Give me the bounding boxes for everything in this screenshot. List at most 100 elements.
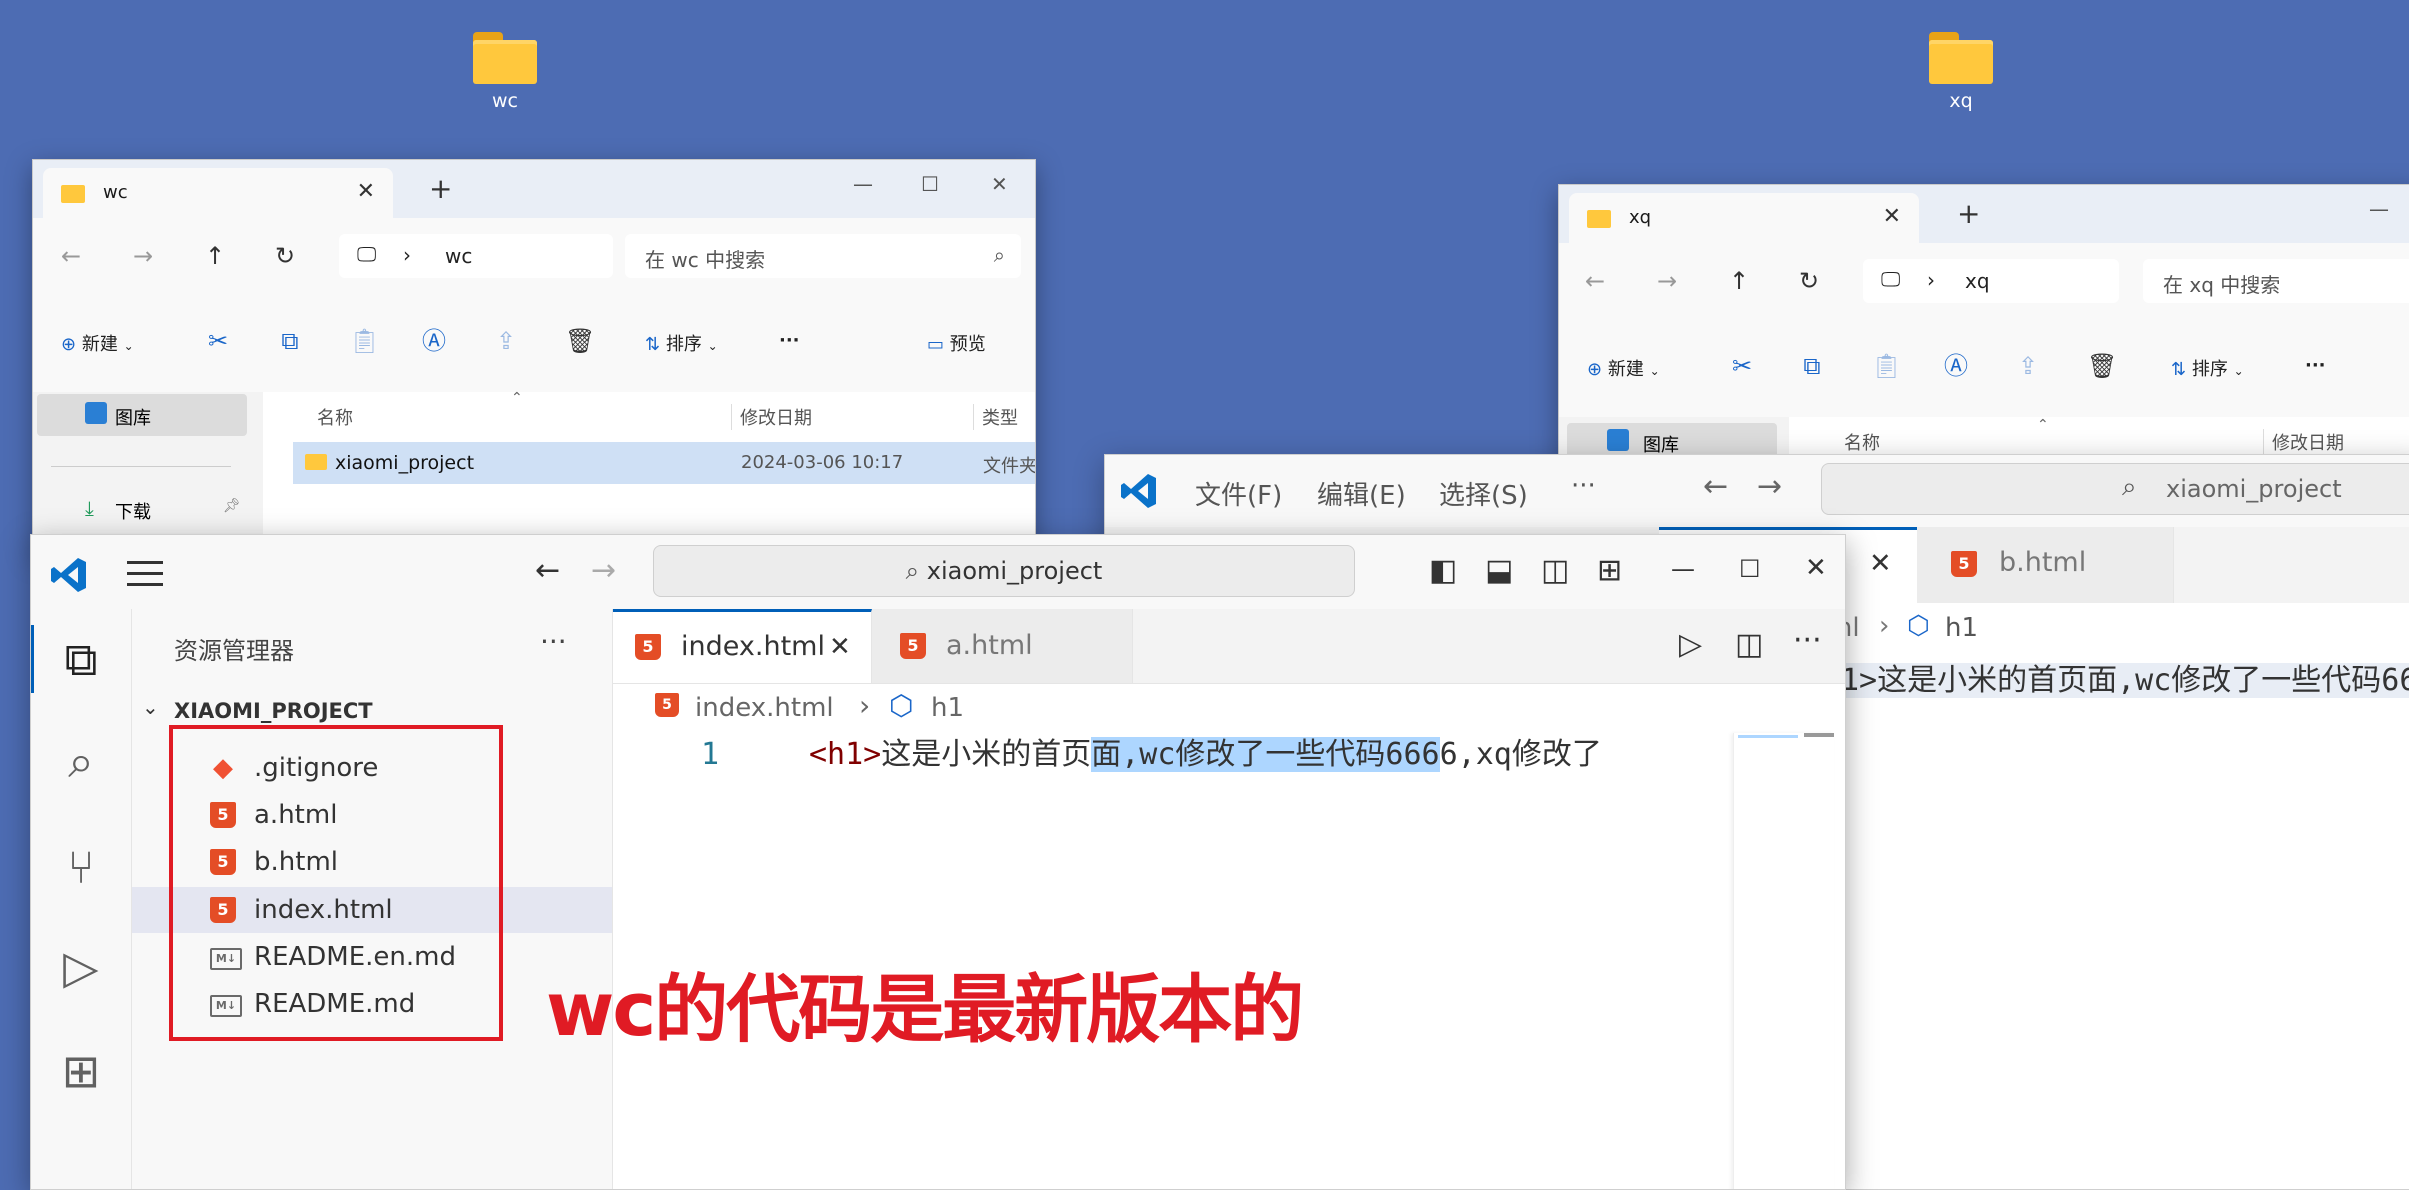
address-bar[interactable]: 🖵 › xq: [1863, 259, 2119, 303]
up-arrow-icon[interactable]: ↑: [205, 242, 225, 270]
column-header-modified[interactable]: 修改日期: [731, 404, 812, 430]
new-button[interactable]: ⊕ 新建 ⌄: [61, 330, 134, 356]
forward-arrow-icon[interactable]: →: [1757, 469, 1782, 504]
minimize-icon[interactable]: —: [2369, 197, 2389, 221]
tab-label: b.html: [1999, 547, 2087, 578]
sort-button[interactable]: ⇅ 排序 ⌄: [645, 330, 718, 356]
column-header-modified[interactable]: 修改日期: [2263, 429, 2344, 455]
search-icon: ⌕: [2122, 472, 2137, 502]
extensions-icon[interactable]: ⊞: [53, 1043, 109, 1099]
annotation-text: wc的代码是最新版本的: [546, 967, 1304, 1053]
close-window-icon[interactable]: ✕: [1805, 553, 1827, 583]
close-icon[interactable]: ✕: [829, 612, 851, 682]
forward-arrow-icon[interactable]: →: [591, 553, 616, 588]
customize-layout-icon[interactable]: ⊞: [1597, 553, 1622, 588]
new-tab-icon[interactable]: +: [429, 172, 452, 205]
tab-index-html[interactable]: 5 index.html ✕: [613, 609, 872, 683]
column-header-name[interactable]: 名称: [1844, 429, 1880, 455]
preview-button[interactable]: ▭ 预览: [927, 330, 986, 356]
explorer-body: 图库 ⤓ 下载 📌︎ 名称 ⌃ 修改日期 类型 xiaomi_project 2…: [33, 390, 1035, 550]
minimap[interactable]: [1733, 733, 1834, 1189]
delete-icon[interactable]: 🗑︎: [2087, 353, 2117, 379]
minimize-icon[interactable]: —: [853, 172, 873, 196]
source-control-icon[interactable]: ⑂: [53, 839, 109, 895]
explorer-tab[interactable]: xq ✕: [1569, 193, 1919, 243]
search-input[interactable]: 在 wc 中搜索 ⌕: [625, 234, 1021, 278]
maximize-icon[interactable]: ☐: [921, 172, 939, 196]
more-actions-icon[interactable]: ···: [540, 625, 567, 658]
computer-icon: 🖵: [357, 242, 377, 266]
project-folder-header[interactable]: ⌄ XIAOMI_PROJECT: [132, 689, 612, 729]
back-arrow-icon[interactable]: ←: [1703, 469, 1728, 504]
refresh-icon[interactable]: ↻: [1799, 267, 1819, 295]
rename-icon[interactable]: Ⓐ: [1943, 353, 1969, 379]
code-line[interactable]: 1>这是小米的首页面,wc修改了一些代码66: [1841, 655, 2409, 699]
back-arrow-icon[interactable]: ←: [1585, 267, 1605, 295]
cut-icon[interactable]: ✂: [205, 328, 231, 354]
search-icon[interactable]: ⌕: [53, 733, 109, 789]
back-arrow-icon[interactable]: ←: [61, 242, 81, 270]
code-text: 这是小米的首页: [881, 737, 1092, 772]
split-editor-icon[interactable]: ◫: [1735, 627, 1763, 662]
back-arrow-icon[interactable]: ←: [535, 553, 560, 588]
html5-icon: 5: [635, 634, 661, 660]
cut-icon[interactable]: ✂: [1729, 353, 1755, 379]
hamburger-menu-icon[interactable]: [127, 561, 163, 594]
share-icon[interactable]: ⇪: [2015, 353, 2041, 379]
more-icon[interactable]: ···: [2305, 355, 2326, 376]
tab-a-html[interactable]: 5 a.html: [872, 609, 1133, 683]
rename-icon[interactable]: Ⓐ: [421, 328, 447, 354]
sidebar-item-gallery[interactable]: 图库: [37, 394, 247, 436]
menu-edit[interactable]: 编辑(E): [1317, 475, 1406, 512]
close-icon[interactable]: ✕: [1869, 548, 1892, 579]
new-button[interactable]: ⊕ 新建 ⌄: [1587, 355, 1660, 381]
explorer-tab[interactable]: wc ✕: [43, 168, 393, 218]
column-header-name[interactable]: 名称: [317, 404, 353, 430]
command-center[interactable]: ⌕ xiaomi_project: [1821, 463, 2409, 515]
more-icon[interactable]: ···: [779, 330, 800, 351]
up-arrow-icon[interactable]: ↑: [1729, 267, 1749, 295]
sidebar-item-downloads[interactable]: ⤓ 下载 📌︎: [37, 490, 247, 530]
minimize-icon[interactable]: —: [1671, 555, 1695, 583]
breadcrumb-symbol[interactable]: h1: [931, 693, 964, 723]
run-icon[interactable]: ▷: [1679, 627, 1702, 662]
forward-arrow-icon[interactable]: →: [1657, 267, 1677, 295]
breadcrumb-file[interactable]: index.html: [695, 693, 834, 723]
forward-arrow-icon[interactable]: →: [133, 242, 153, 270]
code-line[interactable]: 1 <h1>这是小米的首页面,wc修改了一些代码6666,xq修改了: [613, 733, 1845, 777]
explorer-navbar: ← → ↑ ↻ 🖵 › wc 在 wc 中搜索 ⌕: [33, 218, 1035, 295]
menu-file[interactable]: 文件(F): [1195, 475, 1282, 512]
explorer-commandbar: ⊕ 新建 ⌄ ✂ ⧉ 📋︎ Ⓐ ⇪ 🗑︎ ⇅ 排序 ⌄ ··· ▭ 预览: [33, 294, 1035, 393]
delete-icon[interactable]: 🗑︎: [565, 328, 595, 354]
explorer-files-icon[interactable]: ⧉: [53, 631, 109, 687]
tab-b-html[interactable]: 5 b.html: [1917, 527, 2174, 603]
new-tab-icon[interactable]: +: [1957, 197, 1980, 230]
column-header-type[interactable]: 类型: [973, 404, 1018, 430]
paste-icon[interactable]: 📋︎: [1871, 353, 1901, 379]
toggle-sidebar-icon[interactable]: ◧: [1429, 553, 1457, 588]
close-icon[interactable]: ✕: [1883, 204, 1901, 229]
address-bar[interactable]: 🖵 › wc: [339, 234, 613, 278]
search-input[interactable]: 在 xq 中搜索: [2143, 259, 2409, 303]
toggle-secondary-sidebar-icon[interactable]: ◫: [1541, 553, 1569, 588]
copy-icon[interactable]: ⧉: [1799, 353, 1825, 379]
more-actions-icon[interactable]: ···: [1793, 623, 1822, 658]
desktop-folder-xq[interactable]: xq: [1901, 32, 2021, 112]
code-tag: <h1>: [809, 737, 882, 772]
close-icon[interactable]: ✕: [357, 179, 375, 204]
refresh-icon[interactable]: ↻: [275, 242, 295, 270]
command-center[interactable]: ⌕ xiaomi_project: [653, 545, 1355, 597]
maximize-icon[interactable]: ☐: [1739, 555, 1761, 583]
menu-more[interactable]: ···: [1571, 471, 1596, 501]
menu-selection[interactable]: 选择(S): [1439, 475, 1528, 512]
sort-button[interactable]: ⇅ 排序 ⌄: [2171, 355, 2244, 381]
close-window-icon[interactable]: ✕: [991, 172, 1008, 196]
toggle-panel-icon[interactable]: ⬓: [1485, 553, 1513, 588]
desktop-folder-wc[interactable]: wc: [445, 32, 565, 112]
paste-icon[interactable]: 📋︎: [349, 328, 379, 354]
run-debug-icon[interactable]: ▷: [53, 939, 109, 995]
table-row[interactable]: xiaomi_project 2024-03-06 10:17 文件夹: [293, 442, 1035, 484]
breadcrumb-symbol[interactable]: h1: [1945, 613, 1978, 643]
share-icon[interactable]: ⇪: [493, 328, 519, 354]
copy-icon[interactable]: ⧉: [277, 328, 303, 354]
